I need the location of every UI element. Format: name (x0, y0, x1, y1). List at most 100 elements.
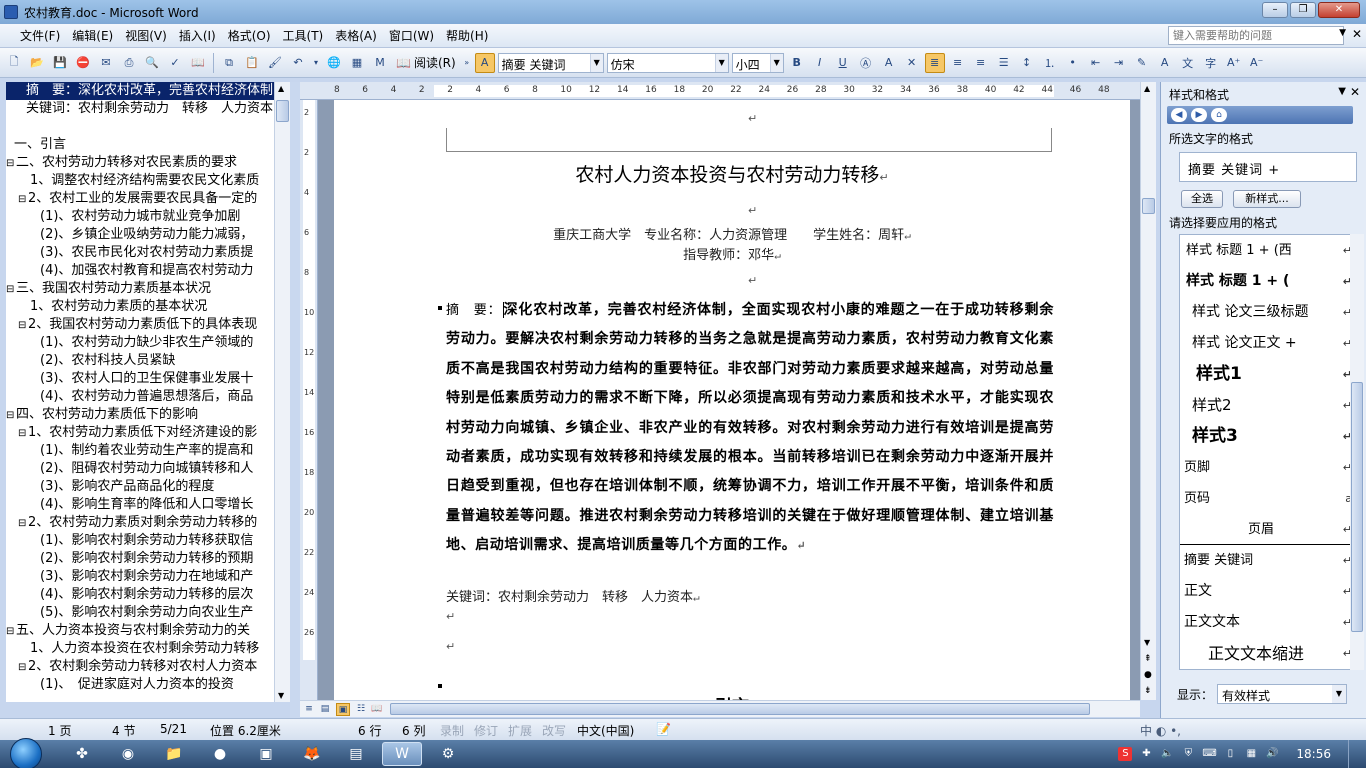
taskpane-menu-icon[interactable]: ▼ (1338, 86, 1346, 97)
format-painter-icon[interactable]: 🖌 (265, 53, 285, 73)
style-item[interactable]: 样式2 ↵ (1180, 390, 1356, 421)
doc-map-item[interactable]: (1)、 促进家庭对人力资本的投资 (6, 676, 289, 694)
size-dropdown-icon[interactable]: ▼ (769, 53, 783, 72)
status-rec[interactable]: 录制 (440, 722, 464, 739)
doc-scroll-down-icon[interactable]: ▼ (1144, 638, 1150, 647)
web-view-icon[interactable]: ▤ (318, 703, 332, 716)
style-dropdown-icon[interactable]: ▼ (589, 53, 603, 72)
save-icon[interactable]: 💾 (50, 53, 70, 73)
size-combo[interactable]: 小四 ▼ (731, 52, 784, 73)
doc-map-item[interactable]: 1、人力资本投资在农村剩余劳动力转移 (6, 640, 289, 658)
horizontal-scroll-thumb[interactable] (390, 703, 1090, 715)
underline-button[interactable]: U (833, 53, 853, 73)
table-icon[interactable]: ▦ (347, 53, 367, 73)
doc-map-item[interactable]: (3)、影响农村剩余劳动力在地域和产 (6, 568, 289, 586)
style-item[interactable]: 样式 标题 1 + (西 ↵ (1180, 235, 1356, 266)
doc-map-item[interactable]: (2)、影响农村剩余劳动力转移的预期 (6, 550, 289, 568)
menu-format[interactable]: 格式(O) (222, 27, 277, 44)
back-icon[interactable]: ◀ (1171, 108, 1187, 122)
style-item[interactable]: 页眉 ↵ (1180, 514, 1356, 545)
shrink-font-icon[interactable]: A⁻ (1247, 53, 1267, 73)
doc-map-item[interactable]: (2)、农村科技人员紧缺 (6, 352, 289, 370)
doc-map-item[interactable]: (4)、影响农村剩余劳动力转移的层次 (6, 586, 289, 604)
document-canvas[interactable]: ↵ 农村人力资本投资与农村劳动力转移↵ ↵ 重庆工商大学 专业名称：人力资源管理… (318, 100, 1140, 700)
outline-view-icon[interactable]: ☷ (354, 703, 368, 716)
tray-volume-icon[interactable]: 🔊 (1265, 747, 1279, 761)
style-item[interactable]: 正文 ↵ (1180, 576, 1356, 607)
close-document-icon[interactable]: ✕ (1352, 27, 1362, 41)
font-color-icon[interactable]: A (1155, 53, 1175, 73)
current-format-box[interactable]: 摘要 关键词 + (1179, 152, 1357, 182)
taskbar-app-icon[interactable]: ✤ (62, 742, 102, 766)
style-item[interactable]: 样式 论文正文 + ↵ (1180, 328, 1356, 359)
taskbar-media-icon[interactable]: ● (200, 742, 240, 766)
close-window-button[interactable]: ✕ (1318, 2, 1360, 18)
undo-dropdown-icon[interactable]: ▾ (311, 53, 321, 73)
toolbar-options-icon[interactable]: » (462, 53, 472, 73)
reading-view-icon[interactable]: 📖 (370, 703, 384, 716)
doc-map-item[interactable]: (1)、农村劳动力城市就业竞争加剧 (6, 208, 289, 226)
doc-map-item[interactable]: ⊟ 2、农村劳动力素质对剩余劳动力转移的 (6, 514, 289, 532)
doc-scroll-thumb[interactable] (1142, 198, 1155, 214)
status-ext[interactable]: 扩展 (508, 722, 532, 739)
abstract-paragraph[interactable]: 摘 要： 深化农村改革，完善农村经济体制，全面实现农村小康的难题之一在于成功转移剩… (446, 296, 1054, 561)
document-scrollbar[interactable]: ▲ ▼ ⇞ ● ⇟ (1140, 82, 1156, 700)
doc-scroll-up-icon[interactable]: ▲ (1144, 84, 1150, 93)
next-page[interactable]: 引言 (334, 680, 1130, 700)
menu-file[interactable]: 文件(F) (14, 27, 66, 44)
bullets-icon[interactable]: • (1063, 53, 1083, 73)
italic-button[interactable]: I (810, 53, 830, 73)
print-icon[interactable]: ⎙ (119, 53, 139, 73)
tray-shield-icon[interactable]: ⛨ (1181, 747, 1195, 761)
styles-and-formatting-icon[interactable]: A (474, 52, 495, 73)
bold-button[interactable]: B (787, 53, 807, 73)
phonetic-guide-icon[interactable]: 文 (1178, 53, 1198, 73)
tray-device-icon[interactable]: ▯ (1223, 747, 1237, 761)
style-list-scrollbar[interactable] (1350, 234, 1364, 670)
document-map-scrollbar[interactable]: ▲ ▼ (274, 82, 290, 702)
doc-map-item[interactable]: 一、引言 (6, 136, 289, 154)
doc-map-item[interactable] (6, 118, 289, 136)
taskbar-word-icon[interactable]: W (382, 742, 422, 766)
spelling-status-icon[interactable]: 📝 (656, 722, 671, 736)
show-dropdown-icon[interactable]: ▼ (1332, 685, 1346, 703)
print-preview-icon[interactable]: 🔍 (142, 53, 162, 73)
style-item[interactable]: 样式1 ↵ (1180, 359, 1356, 390)
align-right-icon[interactable]: ≡ (971, 53, 991, 73)
horizontal-scrollbar[interactable]: ≡ ▤ ▣ ☷ 📖 (300, 700, 1140, 717)
tray-speaker-icon[interactable]: 🔈 (1160, 747, 1174, 761)
collapse-toggle-icon[interactable]: ⊟ (18, 659, 28, 677)
doc-map-item[interactable]: 1、农村劳动力素质的基本状况 (6, 298, 289, 316)
doc-map-item[interactable]: (3)、农村人口的卫生保健事业发展十 (6, 370, 289, 388)
collapse-toggle-icon[interactable]: ⊟ (18, 515, 28, 533)
open-folder-icon[interactable]: 📂 (27, 53, 47, 73)
browse-object-icon[interactable]: ● (1144, 670, 1152, 680)
doc-map-item[interactable]: (5)、影响农村剩余劳动力向农业生产 (6, 604, 289, 622)
doc-map-item[interactable]: ⊟ 四、农村劳动力素质低下的影响 (6, 406, 289, 424)
char-border-icon[interactable]: Ⓐ (856, 53, 876, 73)
map-scroll-thumb[interactable] (276, 100, 289, 122)
vertical-ruler[interactable]: 2 2 4 6 8 10 12 14 16 18 20 22 24 26 (300, 100, 318, 700)
help-dropdown-icon[interactable]: ▼ (1339, 28, 1346, 38)
taskbar-app4-icon[interactable]: ⚙ (428, 742, 468, 766)
doc-map-item[interactable]: (3)、农民市民化对农村劳动力素质提 (6, 244, 289, 262)
copy-icon[interactable]: ⧉ (219, 53, 239, 73)
new-doc-icon[interactable]: 🗋 (4, 53, 24, 73)
doc-map-item[interactable]: (4)、影响生育率的降低和人口零增长 (6, 496, 289, 514)
status-trk[interactable]: 修订 (474, 722, 498, 739)
doc-map-item[interactable]: ⊟ 三、我国农村劳动力素质基本状况 (6, 280, 289, 298)
taskbar-browser-icon[interactable]: ◉ (108, 742, 148, 766)
doc-map-item[interactable]: ⊟ 二、农村劳动力转移对农民素质的要求 (6, 154, 289, 172)
menu-edit[interactable]: 编辑(E) (66, 27, 119, 44)
enclose-chars-icon[interactable]: 字 (1201, 53, 1221, 73)
taskbar-app3-icon[interactable]: ▤ (336, 742, 376, 766)
line-spacing-icon[interactable]: ↕ (1017, 53, 1037, 73)
char-scaling-icon[interactable]: ✕ (902, 53, 922, 73)
collapse-toggle-icon[interactable]: ⊟ (18, 425, 28, 443)
taskbar-firefox-icon[interactable]: 🦊 (292, 742, 332, 766)
style-item[interactable]: 页码 a (1180, 483, 1356, 514)
status-ovr[interactable]: 改写 (542, 722, 566, 739)
collapse-toggle-icon[interactable]: ⊟ (6, 407, 16, 425)
style-item[interactable]: 样式 标题 1 + (↵ (1180, 266, 1356, 297)
style-item[interactable]: 正文文本缩进 ↵ (1180, 638, 1356, 669)
